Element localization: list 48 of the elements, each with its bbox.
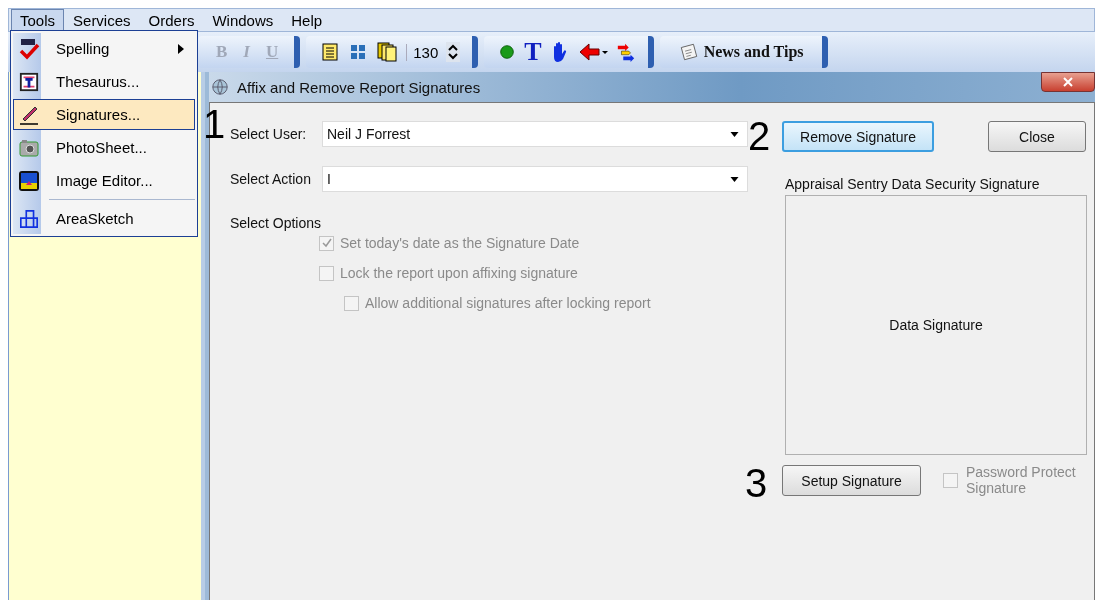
menu-item[interactable]: AreaSketch	[13, 203, 195, 234]
check-mark-icon	[18, 37, 40, 60]
close-button[interactable]: Close	[988, 121, 1086, 152]
submenu-arrow-icon	[178, 43, 184, 54]
menu-item[interactable]: Tools	[11, 9, 65, 31]
text-tool-button[interactable]: T	[524, 39, 542, 65]
close-icon[interactable]	[1041, 72, 1095, 92]
setup-signature-button[interactable]: Setup Signature	[782, 465, 921, 496]
dropdown-arrow-icon	[730, 176, 739, 182]
checkbox-label: Password Protect Signature	[966, 465, 1077, 496]
menu-item[interactable]: Spelling	[13, 33, 195, 64]
newspaper-icon	[679, 43, 698, 61]
field-label: Select User:	[230, 126, 308, 142]
dropdown-field[interactable]: Neil J Forrest	[322, 121, 748, 147]
floor-plan-icon	[19, 208, 39, 229]
menu-item[interactable]: Thesaurus...	[13, 66, 195, 97]
swap-icon[interactable]	[615, 42, 636, 62]
landscape-icon	[18, 169, 40, 192]
dropdown-field[interactable]: I	[322, 166, 748, 192]
pages-icon[interactable]	[376, 42, 399, 62]
list-icon[interactable]	[320, 42, 341, 62]
spinner-icon[interactable]	[446, 42, 461, 62]
book-icon	[19, 71, 39, 92]
back-arrow-icon[interactable]	[577, 42, 608, 62]
signature-text: Data Signature	[889, 317, 983, 333]
menu-item[interactable]: Signatures...	[13, 99, 195, 130]
step-number: 2	[748, 116, 771, 156]
step-number: 1	[203, 104, 226, 144]
options-label: Select Options	[230, 215, 323, 231]
checkbox-label: Set today's date as the Signature Date	[340, 235, 580, 251]
field-label: Select Action	[230, 171, 312, 187]
checkbox-label: Lock the report upon affixing signature	[340, 265, 578, 281]
remove-signature-button[interactable]: Remove Signature	[782, 121, 934, 152]
ball-icon[interactable]	[498, 43, 517, 61]
menu-item[interactable]: Image Editor...	[13, 165, 195, 196]
menu-item[interactable]: Services	[64, 9, 140, 31]
menu-item[interactable]: Windows	[203, 9, 283, 31]
checkbox-label: Allow additional signatures after locking report	[365, 295, 651, 311]
zoom-value: 130	[406, 43, 439, 61]
dropdown-arrow-icon	[730, 131, 739, 137]
menu-item[interactable]: Orders	[139, 9, 204, 31]
window-title: Affix and Remove Report Signatures	[237, 78, 481, 96]
menu-item[interactable]: PhotoSheet...	[13, 132, 195, 163]
signature-title: Appraisal Sentry Data Security Signature	[785, 176, 1041, 192]
menu-item[interactable]: Help	[282, 9, 332, 31]
news-button[interactable]: News and Tips	[673, 42, 810, 62]
globe-icon	[211, 78, 229, 96]
step-number: 3	[745, 463, 768, 503]
